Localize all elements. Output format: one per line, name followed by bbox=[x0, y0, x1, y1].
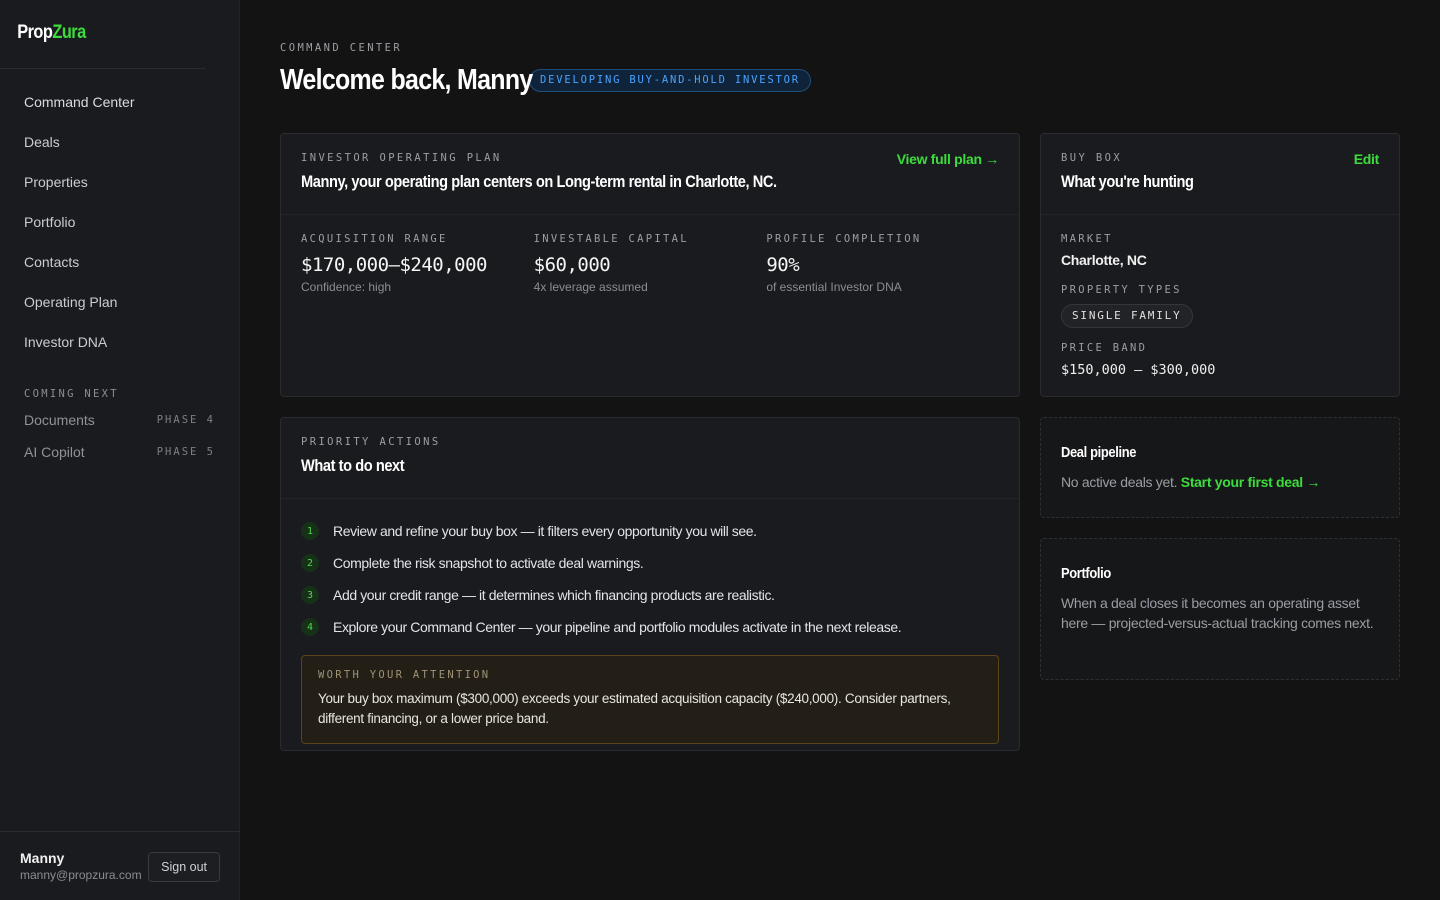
stat-investable-capital: INVESTABLE CAPITAL $60,000 4x leverage a… bbox=[534, 233, 767, 294]
start-first-deal-link[interactable]: Start your first deal → bbox=[1181, 474, 1321, 490]
documents-label: Documents bbox=[24, 412, 95, 428]
attention-callout: WORTH YOUR ATTENTION Your buy box maximu… bbox=[301, 655, 999, 744]
sidebar-item-contacts[interactable]: Contacts bbox=[0, 242, 239, 282]
portfolio-title: Portfolio bbox=[1061, 565, 1111, 582]
property-type-chip: SINGLE FAMILY bbox=[1061, 304, 1193, 328]
edit-buy-box-link[interactable]: Edit bbox=[1354, 151, 1380, 167]
action-text: Add your credit range — it determines wh… bbox=[333, 587, 775, 603]
ai-copilot-phase: PHASE 5 bbox=[156, 446, 215, 458]
stat-value: 90% bbox=[766, 254, 800, 276]
sidebar-item-command-center[interactable]: Command Center bbox=[0, 82, 239, 122]
action-number: 2 bbox=[301, 554, 319, 572]
page-title: Welcome back, Manny bbox=[280, 64, 533, 96]
price-band-label: PRICE BAND bbox=[1061, 342, 1148, 354]
deal-pipeline-title: Deal pipeline bbox=[1061, 444, 1137, 461]
action-text: Review and refine your buy box — it filt… bbox=[333, 523, 757, 539]
sidebar-item-investor-dna[interactable]: Investor DNA bbox=[0, 322, 239, 362]
sidebar-item-documents: Documents PHASE 4 bbox=[0, 404, 239, 436]
logo[interactable]: PropZura bbox=[0, 0, 206, 69]
action-number: 4 bbox=[301, 618, 319, 636]
user-panel: Manny manny@propzura.com Sign out bbox=[0, 831, 240, 900]
priority-actions-title: What to do next bbox=[301, 456, 405, 475]
stat-value: $60,000 bbox=[533, 254, 611, 276]
action-number: 3 bbox=[301, 586, 319, 604]
user-name: Manny bbox=[20, 850, 65, 866]
sidebar-item-properties[interactable]: Properties bbox=[0, 162, 239, 202]
stat-profile-completion: PROFILE COMPLETION 90% of essential Inve… bbox=[766, 233, 999, 294]
main-content: COMMAND CENTER Welcome back, Manny DEVEL… bbox=[280, 0, 1400, 97]
documents-phase: PHASE 4 bbox=[156, 414, 215, 426]
view-full-plan-link[interactable]: View full plan → bbox=[897, 151, 1000, 167]
sidebar-item-portfolio[interactable]: Portfolio bbox=[0, 202, 239, 242]
operating-plan-card: INVESTOR OPERATING PLAN Manny, your oper… bbox=[280, 133, 1020, 397]
stat-sub: of essential Investor DNA bbox=[766, 280, 902, 294]
price-band-value: $150,000 – $300,000 bbox=[1061, 362, 1216, 378]
priority-actions-eyebrow: PRIORITY ACTIONS bbox=[301, 436, 441, 448]
user-info: Manny manny@propzura.com bbox=[20, 850, 142, 900]
action-item[interactable]: 4 Explore your Command Center — your pip… bbox=[301, 611, 999, 643]
sidebar-item-operating-plan[interactable]: Operating Plan bbox=[0, 282, 239, 322]
stat-sub: 4x leverage assumed bbox=[533, 280, 648, 294]
logo-prop: Prop bbox=[17, 22, 53, 43]
buy-box-body: MARKET Charlotte, NC PROPERTY TYPES SING… bbox=[1041, 215, 1399, 378]
action-item[interactable]: 2 Complete the risk snapshot to activate… bbox=[301, 547, 999, 579]
stat-acquisition-range: ACQUISITION RANGE $170,000–$240,000 Conf… bbox=[301, 233, 534, 294]
coming-next-label: COMING NEXT bbox=[24, 388, 119, 400]
sign-out-button[interactable]: Sign out bbox=[148, 852, 220, 882]
attention-label: WORTH YOUR ATTENTION bbox=[318, 669, 491, 681]
deal-pipeline-card: Deal pipeline No active deals yet. Start… bbox=[1040, 417, 1400, 518]
sidebar-item-ai-copilot: AI Copilot PHASE 5 bbox=[0, 436, 239, 468]
action-text: Explore your Command Center — your pipel… bbox=[333, 619, 902, 635]
action-text: Complete the risk snapshot to activate d… bbox=[333, 555, 644, 571]
operating-plan-title: Manny, your operating plan centers on Lo… bbox=[301, 172, 777, 191]
stat-sub: Confidence: high bbox=[301, 280, 392, 294]
priority-actions-header: PRIORITY ACTIONS What to do next bbox=[281, 418, 1019, 499]
market-value: Charlotte, NC bbox=[1061, 252, 1147, 268]
buy-box-eyebrow: BUY BOX bbox=[1061, 152, 1123, 164]
investor-type-badge: DEVELOPING BUY-AND-HOLD INVESTOR bbox=[529, 69, 811, 92]
buy-box-header: BUY BOX What you're hunting Edit bbox=[1041, 134, 1399, 215]
deal-pipeline-text: No active deals yet. Start your first de… bbox=[1061, 472, 1379, 492]
page-eyebrow: COMMAND CENTER bbox=[280, 42, 403, 54]
plan-stats: ACQUISITION RANGE $170,000–$240,000 Conf… bbox=[281, 215, 1019, 294]
buy-box-title: What you're hunting bbox=[1061, 172, 1194, 191]
property-types-label: PROPERTY TYPES bbox=[1061, 284, 1182, 296]
attention-text: Your buy box maximum ($300,000) exceeds … bbox=[318, 691, 951, 726]
buy-box-card: BUY BOX What you're hunting Edit MARKET … bbox=[1040, 133, 1400, 397]
stat-label: INVESTABLE CAPITAL bbox=[533, 233, 689, 245]
user-email: manny@propzura.com bbox=[20, 868, 142, 882]
logo-zura: Zura bbox=[52, 22, 86, 43]
action-number: 1 bbox=[301, 522, 319, 540]
operating-plan-eyebrow: INVESTOR OPERATING PLAN bbox=[301, 152, 502, 164]
title-row: Welcome back, Manny DEVELOPING BUY-AND-H… bbox=[280, 64, 1400, 97]
operating-plan-header: INVESTOR OPERATING PLAN Manny, your oper… bbox=[281, 134, 1019, 215]
portfolio-text: When a deal closes it becomes an operati… bbox=[1061, 595, 1374, 631]
action-list: 1 Review and refine your buy box — it fi… bbox=[281, 499, 1019, 643]
sidebar-item-deals[interactable]: Deals bbox=[0, 122, 239, 162]
market-label: MARKET bbox=[1061, 233, 1113, 245]
action-item[interactable]: 3 Add your credit range — it determines … bbox=[301, 579, 999, 611]
sidebar-nav: Command Center Deals Properties Portfoli… bbox=[0, 69, 239, 362]
action-item[interactable]: 1 Review and refine your buy box — it fi… bbox=[301, 515, 999, 547]
stat-value: $170,000–$240,000 bbox=[301, 254, 487, 276]
stat-label: ACQUISITION RANGE bbox=[301, 233, 448, 245]
sidebar: PropZura Command Center Deals Properties… bbox=[0, 0, 240, 900]
stat-label: PROFILE COMPLETION bbox=[766, 233, 922, 245]
deal-pipeline-empty-text: No active deals yet. bbox=[1061, 474, 1178, 490]
portfolio-card: Portfolio When a deal closes it becomes … bbox=[1040, 538, 1400, 680]
ai-copilot-label: AI Copilot bbox=[24, 444, 85, 460]
priority-actions-card: PRIORITY ACTIONS What to do next 1 Revie… bbox=[280, 417, 1020, 751]
